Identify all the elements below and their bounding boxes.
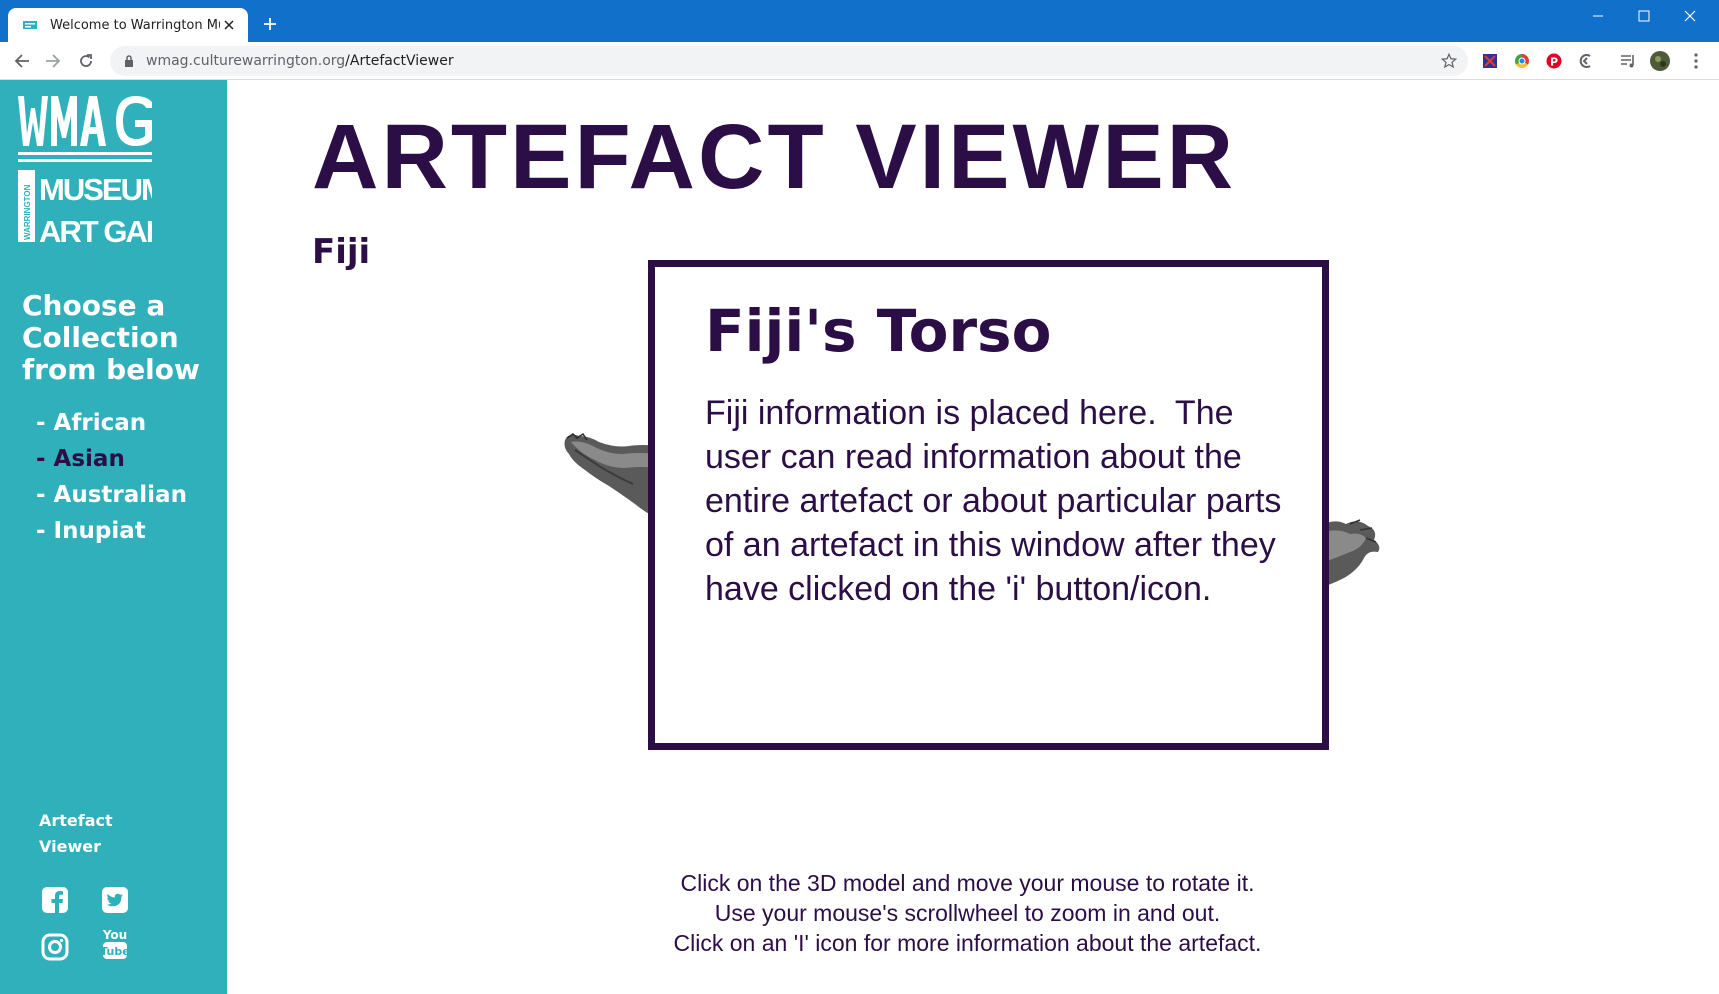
browser-titlebar: Welcome to Warrington Museum bbox=[0, 0, 1719, 42]
sidebar: WARRINGTON MUSEUM & ART GALLERY Choose a… bbox=[0, 80, 227, 994]
artefact-viewer-link[interactable]: Artefact Viewer bbox=[39, 808, 159, 860]
info-body: Fiji information is placed here. The use… bbox=[705, 394, 1291, 608]
extension-pinterest-icon[interactable]: P bbox=[1544, 51, 1564, 71]
instruction-line: Click on the 3D model and move your mous… bbox=[680, 870, 1255, 896]
profile-avatar[interactable] bbox=[1650, 51, 1670, 71]
tab-title: Welcome to Warrington Museum bbox=[50, 17, 220, 33]
extension-chrome-icon[interactable] bbox=[1512, 51, 1532, 71]
instruction-line: Use your mouse's scrollwheel to zoom in … bbox=[714, 900, 1221, 926]
collection-asian[interactable]: - Asian bbox=[36, 441, 187, 477]
site-favicon-icon bbox=[22, 17, 38, 33]
svg-text:ART GALLERY: ART GALLERY bbox=[39, 214, 152, 246]
address-bar[interactable]: wmag.culturewarrington.org/ArtefactViewe… bbox=[110, 46, 1468, 76]
browser-tab[interactable]: Welcome to Warrington Museum bbox=[8, 8, 248, 42]
svg-text:Tube: Tube bbox=[101, 945, 129, 958]
close-window-button[interactable] bbox=[1670, 4, 1710, 28]
maximize-button[interactable] bbox=[1624, 4, 1664, 28]
page-title: ARTEFACT VIEWER bbox=[312, 106, 1237, 208]
browser-toolbar: wmag.culturewarrington.org/ArtefactViewe… bbox=[0, 42, 1719, 80]
svg-text:WARRINGTON: WARRINGTON bbox=[23, 184, 32, 240]
artefact-info-panel: Fiji's Torso Fiji information is placed … bbox=[648, 260, 1329, 750]
bookmark-star-icon[interactable] bbox=[1440, 52, 1458, 70]
instruction-line: Click on an 'I' icon for more informatio… bbox=[673, 930, 1262, 956]
collection-list: - African - Asian - Australian - Inupiat bbox=[36, 405, 187, 549]
close-tab-icon[interactable] bbox=[220, 16, 238, 34]
3d-model-fragment[interactable] bbox=[1320, 518, 1382, 590]
media-playlist-icon[interactable] bbox=[1618, 51, 1638, 71]
instagram-icon[interactable] bbox=[40, 932, 70, 962]
collection-inupiat[interactable]: - Inupiat bbox=[36, 513, 187, 549]
reload-icon[interactable] bbox=[74, 49, 98, 73]
youtube-icon[interactable]: You Tube bbox=[100, 928, 130, 959]
minimize-button[interactable] bbox=[1578, 4, 1618, 28]
collection-australian[interactable]: - Australian bbox=[36, 477, 187, 513]
svg-text:You: You bbox=[102, 928, 127, 942]
menu-kebab-icon[interactable] bbox=[1686, 51, 1706, 71]
new-tab-button[interactable] bbox=[258, 12, 282, 36]
collection-name: Fiji bbox=[312, 232, 371, 272]
twitter-icon[interactable] bbox=[100, 885, 130, 915]
url-path: /ArtefactViewer bbox=[345, 53, 454, 69]
svg-text:P: P bbox=[1550, 56, 1558, 69]
back-arrow-icon[interactable] bbox=[10, 49, 34, 73]
lock-icon bbox=[122, 54, 136, 68]
collection-african[interactable]: - African bbox=[36, 405, 187, 441]
facebook-icon[interactable] bbox=[40, 885, 70, 915]
wmag-logo[interactable]: WARRINGTON MUSEUM & ART GALLERY bbox=[18, 94, 152, 246]
viewer-instructions: Click on the 3D model and move your mous… bbox=[560, 868, 1375, 958]
extension-reader-icon[interactable] bbox=[1576, 51, 1596, 71]
extension-grid-icon[interactable] bbox=[1480, 51, 1500, 71]
sidebar-heading: Choose a Collection from below bbox=[22, 289, 200, 386]
svg-text:MUSEUM &: MUSEUM & bbox=[39, 172, 152, 207]
forward-arrow-icon[interactable] bbox=[41, 49, 65, 73]
url-host: wmag.culturewarrington.org bbox=[146, 53, 346, 69]
info-title: Fiji's Torso bbox=[705, 297, 1052, 365]
